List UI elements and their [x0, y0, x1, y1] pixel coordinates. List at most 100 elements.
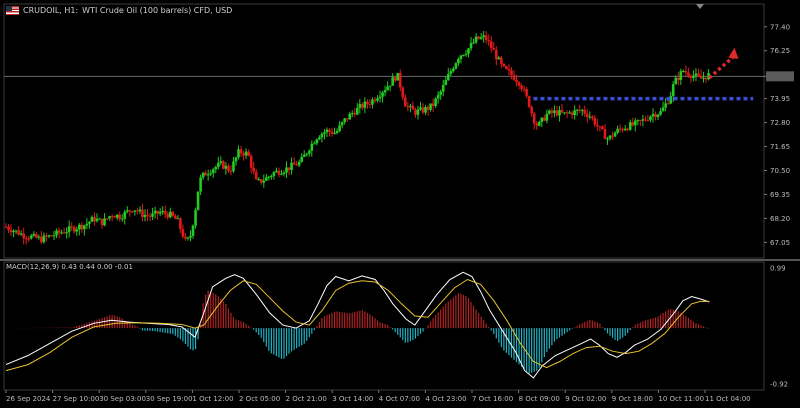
candle-body: [613, 132, 617, 137]
candle-body: [189, 235, 192, 238]
candle-body: [350, 113, 354, 115]
candle-body: [328, 129, 331, 132]
candle-body: [35, 233, 38, 238]
candle-body: [426, 106, 430, 110]
candle-body: [608, 135, 612, 139]
time-axis-label: 26 Sep 2024: [6, 395, 51, 403]
candle-body: [684, 71, 688, 73]
candle-body: [454, 63, 458, 69]
instrument-description: WTI Crude Oil (100 barrels) CFD, USD: [82, 5, 233, 15]
candle-body: [186, 237, 190, 239]
candle-body: [323, 132, 326, 134]
candle-body: [666, 103, 670, 105]
candle-body: [497, 57, 501, 60]
candle-body: [163, 211, 167, 214]
candle-body: [133, 210, 137, 212]
candle-body: [479, 37, 483, 39]
candle-body: [131, 211, 134, 213]
candle-body: [148, 215, 152, 217]
candle-body: [227, 165, 230, 171]
candle-body: [65, 232, 68, 234]
candle-body: [153, 210, 157, 214]
candle-body: [378, 96, 382, 99]
candle-body: [687, 72, 690, 76]
candle-body: [414, 109, 417, 115]
candle-body: [659, 111, 662, 115]
candle-body: [330, 131, 334, 134]
candle-body: [239, 149, 243, 154]
candle-body: [671, 84, 675, 97]
candle-body: [449, 71, 453, 75]
candle-body: [381, 92, 384, 97]
candle-body: [520, 85, 523, 89]
candle-body: [108, 216, 111, 219]
price-axis-label: 68.20: [770, 215, 790, 223]
candle-body: [166, 213, 170, 218]
candle-body: [62, 232, 66, 234]
time-axis-label: 8 Oct 09:00: [519, 395, 560, 403]
candle-body: [335, 130, 339, 134]
price-axis-label: 73.95: [770, 95, 790, 103]
candle-body: [83, 225, 86, 230]
candle-body: [656, 114, 660, 118]
candle-body: [103, 218, 106, 226]
candle-body: [47, 235, 51, 237]
candle-body: [257, 179, 261, 181]
candle-body: [136, 210, 139, 212]
candle-body: [373, 99, 377, 101]
chart-header: CRUDOIL, H1: WTI Crude Oil (100 barrels)…: [6, 3, 232, 17]
candle-body: [628, 122, 632, 130]
candle-body: [105, 218, 109, 220]
macd-axis-label: 0.99: [770, 265, 786, 273]
candle-body: [196, 191, 200, 211]
candle-body: [126, 210, 129, 212]
candle-body: [593, 117, 597, 125]
candle-body: [219, 161, 223, 163]
candle-body: [115, 214, 119, 218]
candle-body: [302, 154, 306, 157]
candle-body: [472, 42, 475, 44]
candle-body: [181, 229, 185, 237]
candle-body: [4, 226, 8, 228]
price-axis-label: 77.40: [770, 23, 790, 31]
candle-body: [502, 63, 506, 67]
candle-body: [462, 54, 465, 56]
price-axis-label: 69.35: [770, 191, 790, 199]
candle-body: [138, 209, 142, 212]
candle-body: [45, 235, 48, 237]
candle-body: [424, 106, 427, 113]
candle-body: [37, 236, 41, 238]
candle-body: [80, 224, 84, 230]
candle-body: [368, 103, 372, 105]
candle-body: [699, 75, 703, 79]
chart-canvas: 77.4076.2575.0273.9572.8071.6570.5069.35…: [0, 3, 800, 403]
candle-body: [285, 167, 288, 173]
candle-body: [527, 96, 531, 107]
candle-body: [52, 235, 56, 237]
candle-body: [492, 48, 496, 51]
candle-body: [452, 68, 455, 72]
time-axis-label: 10 Oct 11:00: [658, 395, 704, 403]
time-axis-label: 2 Oct 21:00: [286, 395, 327, 403]
candle-body: [85, 223, 89, 226]
us-flag-icon: [6, 5, 19, 15]
price-axis-label: 72.80: [770, 119, 790, 127]
candle-body: [565, 112, 569, 114]
candle-body: [388, 85, 392, 87]
candle-body: [631, 122, 635, 126]
candle-body: [654, 113, 657, 118]
candle-body: [603, 129, 607, 140]
candle-body: [300, 156, 303, 162]
candle-body: [338, 125, 341, 131]
candle-body: [343, 118, 346, 123]
candle-body: [568, 112, 571, 114]
candle-body: [318, 137, 321, 140]
candle-body: [558, 109, 561, 116]
candle-body: [489, 41, 493, 49]
candle-body: [24, 238, 28, 240]
candle-body: [664, 103, 667, 108]
candle-body: [156, 210, 159, 214]
candle-body: [639, 120, 642, 122]
candle-body: [118, 214, 122, 220]
candle-body: [249, 155, 253, 168]
